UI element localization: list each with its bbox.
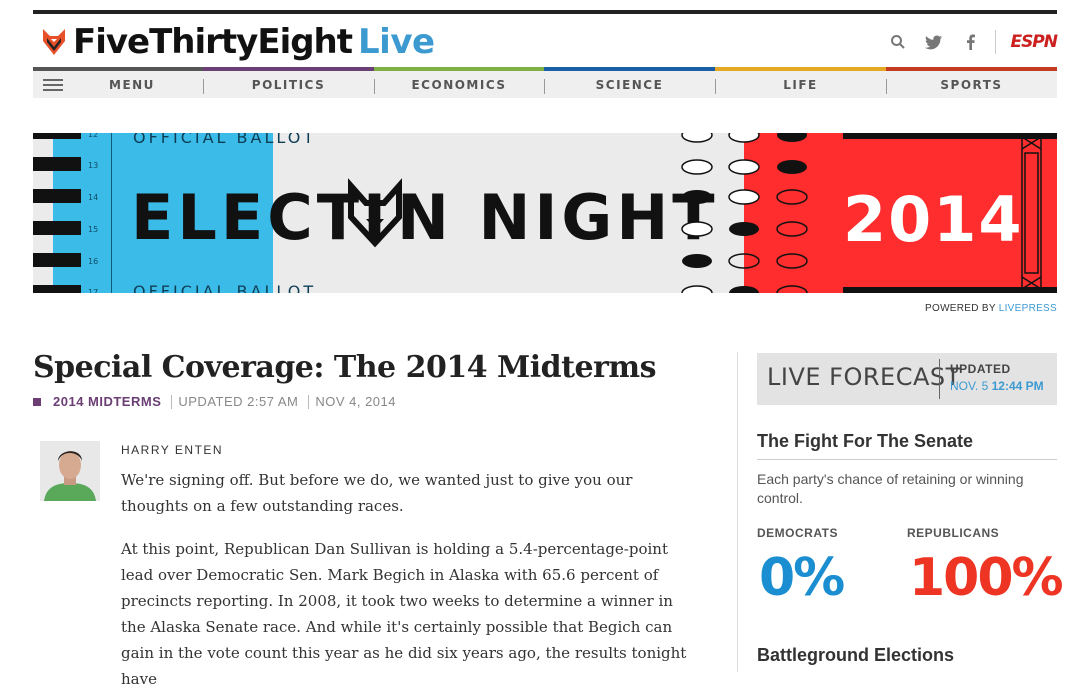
nav-item-life[interactable]: LIFE [715, 71, 886, 98]
battleground-title[interactable]: Battleground Elections [757, 645, 954, 666]
logo-live: Live [358, 22, 435, 62]
banner-graphic: 12 13 14 15 16 17 OFFICIAL BALLOT OFFICI… [33, 133, 1057, 293]
democrats-label: DEMOCRATS [757, 526, 838, 540]
row-number: 14 [88, 193, 98, 202]
forecast-divider [939, 359, 940, 399]
hamburger-icon [43, 78, 63, 91]
search-icon[interactable] [887, 31, 909, 53]
main-nav: MENU POLITICS ECONOMICS SCIENCE LIFE SPO… [33, 67, 1057, 98]
senate-title[interactable]: The Fight For The Senate [757, 431, 973, 452]
logo-wordmark: FiveThirtyEight [73, 22, 353, 62]
live-forecast-title: LIVE FORECAST [767, 363, 961, 391]
header-divider [995, 30, 997, 54]
forecast-updated-time: NOV. 5 12:44 PM [950, 379, 1044, 393]
top-rule [33, 10, 1057, 14]
article-tag[interactable]: 2014 MIDTERMS [53, 394, 161, 409]
facebook-icon[interactable] [959, 31, 981, 53]
meta-divider [171, 394, 173, 409]
republicans-chance: 100% [909, 548, 1064, 608]
author-avatar [40, 441, 100, 501]
banner-year: 2014 [843, 183, 1024, 256]
nav-menu-label: MENU [109, 77, 155, 92]
live-forecast-header[interactable]: LIVE FORECAST UPDATED NOV. 5 12:44 PM [757, 353, 1057, 405]
senate-description: Each party's chance of retaining or winn… [757, 471, 1024, 506]
article-date: NOV 4, 2014 [315, 394, 396, 409]
author-name[interactable]: HARRY ENTEN [121, 443, 223, 457]
tag-square-icon [33, 397, 41, 406]
election-night-banner[interactable]: 12 13 14 15 16 17 OFFICIAL BALLOT OFFICI… [33, 133, 1057, 293]
site-logo[interactable]: FiveThirtyEight Live [41, 22, 435, 62]
nav-menu[interactable]: MENU [33, 71, 203, 98]
powered-by: POWERED BY LIVEPRESS [925, 303, 1057, 314]
article-paragraph: At this point, Republican Dan Sullivan i… [121, 540, 687, 688]
republicans-label: REPUBLICANS [907, 526, 1000, 540]
democrats-chance: 0% [759, 548, 845, 608]
official-ballot-bottom: OFFICIAL BALLOT [133, 282, 316, 293]
livepress-link[interactable]: LIVEPRESS [999, 303, 1057, 314]
sidebar-divider [737, 352, 738, 672]
senate-rule [757, 459, 1057, 460]
banner-headline-right: N NIGHT [397, 181, 719, 254]
row-number: 15 [88, 225, 98, 234]
row-number: 16 [88, 257, 98, 266]
forecast-time: 12:44 PM [991, 379, 1044, 393]
article-meta: 2014 MIDTERMS UPDATED 2:57 AM NOV 4, 201… [33, 394, 396, 409]
nav-item-sports[interactable]: SPORTS [886, 71, 1057, 98]
twitter-icon[interactable] [923, 31, 945, 53]
row-number: 12 [88, 133, 98, 139]
fox-logo-icon [43, 29, 65, 55]
official-ballot-top: OFFICIAL BALLOT [133, 133, 316, 147]
meta-divider [308, 394, 310, 409]
row-number: 13 [88, 161, 98, 170]
nav-item-science[interactable]: SCIENCE [544, 71, 715, 98]
nav-item-politics[interactable]: POLITICS [203, 71, 374, 98]
header-actions: ESPN [873, 28, 1058, 56]
forecast-date: NOV. 5 [950, 379, 989, 393]
nav-item-economics[interactable]: ECONOMICS [374, 71, 544, 98]
espn-logo[interactable]: ESPN [1010, 32, 1058, 52]
row-number: 17 [88, 288, 98, 293]
article-paragraph: We're signing off. But before we do, we … [121, 471, 633, 515]
forecast-updated-label: UPDATED [950, 362, 1011, 376]
article-title: Special Coverage: The 2014 Midterms [33, 350, 656, 385]
article-updated: UPDATED 2:57 AM [178, 394, 299, 409]
powered-by-label: POWERED BY [925, 303, 996, 314]
